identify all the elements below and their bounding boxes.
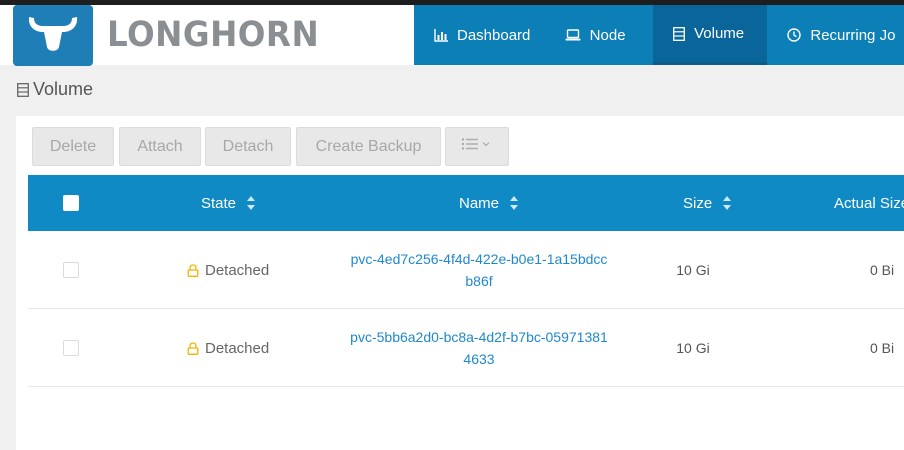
list-dropdown-icon	[461, 137, 493, 156]
nav-label-node: Node	[589, 26, 626, 44]
row-checkbox[interactable]	[63, 262, 79, 278]
column-settings-button[interactable]	[445, 127, 509, 166]
table-header: State Name Size Actual Size	[28, 175, 904, 231]
nav-label-dashboard: Dashboard	[457, 26, 531, 44]
detach-button[interactable]: Detach	[205, 127, 291, 166]
state-text: Detached	[205, 339, 270, 357]
select-all-checkbox[interactable]	[63, 195, 79, 211]
sort-icon	[722, 195, 732, 211]
logo-text: LONGHORN	[107, 15, 320, 55]
state-cell: Detached	[187, 309, 269, 387]
actual-size-cell: 0 Bi	[870, 262, 895, 278]
volume-name-link[interactable]: pvc-4ed7c256-4f4d-422e-b0e1-1a15bdccb86f	[348, 248, 610, 292]
page-title-text: Volume	[33, 79, 94, 99]
size-cell: 10 Gi	[676, 340, 710, 356]
volume-list-icon	[673, 26, 686, 41]
nav-label-volume: Volume	[694, 25, 745, 42]
page-title: Volume	[17, 79, 93, 100]
attach-button[interactable]: Attach	[119, 127, 201, 166]
volume-panel: Delete Attach Detach Create Backup State…	[16, 116, 904, 450]
logo-area[interactable]: LONGHORN	[0, 5, 414, 66]
delete-button[interactable]: Delete	[32, 127, 114, 166]
state-text: Detached	[205, 261, 270, 279]
table-row[interactable]: Detached pvc-4ed7c256-4f4d-422e-b0e1-1a1…	[28, 231, 904, 309]
laptop-icon	[565, 29, 581, 41]
state-cell: Detached	[187, 231, 269, 309]
name-cell: pvc-4ed7c256-4f4d-422e-b0e1-1a15bdccb86f	[344, 231, 614, 309]
nav-item-dashboard[interactable]: Dashboard	[414, 5, 549, 65]
column-header-state[interactable]: State	[201, 175, 256, 231]
actual-size-cell: 0 Bi	[870, 340, 895, 356]
lock-icon	[187, 263, 199, 277]
column-header-actual-size[interactable]: Actual Size	[834, 175, 904, 231]
sort-icon	[246, 195, 256, 211]
nav-item-volume[interactable]: Volume	[653, 5, 768, 65]
main-nav: Dashboard Node Volume Recurring Jo	[414, 5, 904, 65]
table-row[interactable]: Detached pvc-5bb6a2d0-bc8a-4d2f-b7bc-059…	[28, 309, 904, 387]
volume-name-link[interactable]: pvc-5bb6a2d0-bc8a-4d2f-b7bc-059713814633	[348, 326, 610, 370]
nav-label-recurring-job: Recurring Jo	[810, 26, 896, 44]
column-header-name[interactable]: Name	[459, 175, 519, 231]
nav-item-node[interactable]: Node	[549, 5, 653, 65]
volume-list-icon	[17, 82, 29, 97]
row-checkbox[interactable]	[63, 340, 79, 356]
lock-icon	[187, 341, 199, 355]
column-header-size[interactable]: Size	[683, 175, 732, 231]
bar-chart-icon	[434, 28, 448, 42]
size-cell: 10 Gi	[676, 262, 710, 278]
clock-icon	[787, 28, 802, 42]
create-backup-button[interactable]: Create Backup	[296, 127, 441, 166]
nav-item-recurring-job[interactable]: Recurring Jo	[767, 5, 904, 65]
longhorn-logo-icon	[13, 5, 93, 66]
sort-icon	[509, 195, 519, 211]
name-cell: pvc-5bb6a2d0-bc8a-4d2f-b7bc-059713814633	[344, 309, 614, 387]
